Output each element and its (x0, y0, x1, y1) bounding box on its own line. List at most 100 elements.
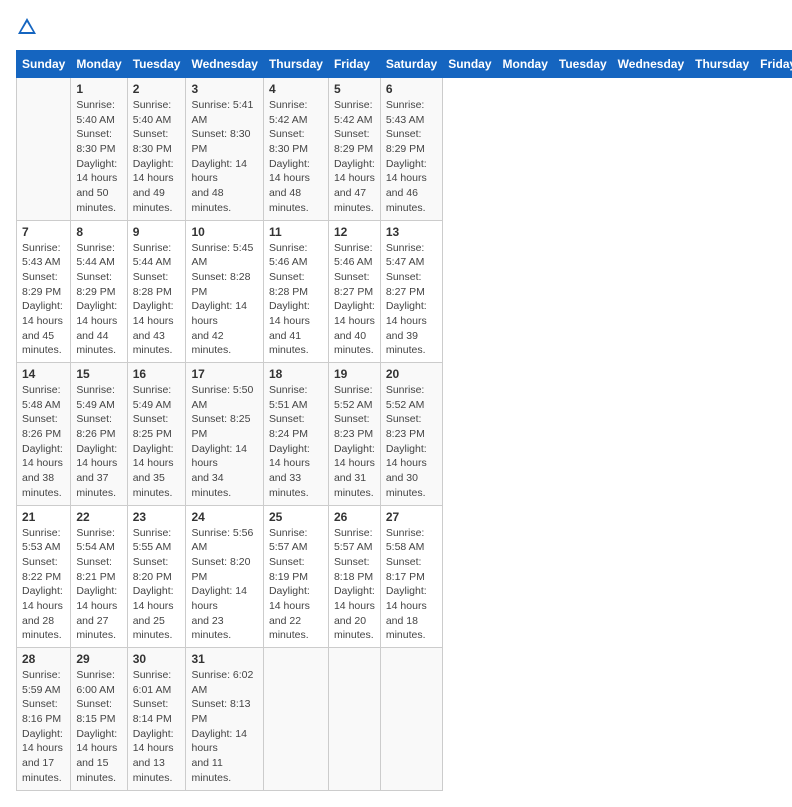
day-info: Sunrise: 5:56 AMSunset: 8:20 PMDaylight:… (191, 526, 257, 644)
calendar-cell: 25Sunrise: 5:57 AMSunset: 8:19 PMDayligh… (263, 505, 328, 648)
day-number: 4 (269, 82, 323, 96)
day-of-week-header: Friday (755, 51, 792, 78)
day-number: 12 (334, 225, 375, 239)
day-number: 6 (386, 82, 437, 96)
day-info: Sunrise: 5:49 AMSunset: 8:25 PMDaylight:… (133, 383, 181, 501)
day-of-week-header: Tuesday (127, 51, 186, 78)
day-number: 17 (191, 367, 257, 381)
day-of-week-header: Sunday (443, 51, 497, 78)
calendar-cell (17, 78, 71, 221)
day-of-week-header: Monday (497, 51, 553, 78)
calendar-cell: 24 Sunrise: 5:56 AMSunset: 8:20 PMDayligh… (186, 505, 263, 648)
day-info: Sunrise: 5:52 AMSunset: 8:23 PMDaylight:… (334, 383, 375, 501)
day-of-week-header: Tuesday (553, 51, 612, 78)
day-info: Sunrise: 5:46 AMSunset: 8:28 PMDaylight:… (269, 241, 323, 359)
page-header (16, 16, 776, 38)
calendar-cell: 1 Sunrise: 5:40 AMSunset: 8:30 PMDaylight… (71, 78, 127, 221)
day-number: 23 (133, 510, 181, 524)
day-of-week-header: Wednesday (186, 51, 263, 78)
day-info: Sunrise: 5:42 AMSunset: 8:29 PMDaylight:… (334, 98, 375, 216)
day-info: Sunrise: 5:57 AMSunset: 8:18 PMDaylight:… (334, 526, 375, 644)
day-of-week-header: Wednesday (612, 51, 689, 78)
calendar-week-row: 14 Sunrise: 5:48 AMSunset: 8:26 PMDayligh… (17, 363, 792, 506)
calendar-week-row: 21Sunrise: 5:53 AMSunset: 8:22 PMDayligh… (17, 505, 792, 648)
day-info: Sunrise: 5:49 AMSunset: 8:26 PMDaylight:… (76, 383, 121, 501)
day-number: 26 (334, 510, 375, 524)
day-info: Sunrise: 5:51 AMSunset: 8:24 PMDaylight:… (269, 383, 323, 501)
calendar-cell: 23Sunrise: 5:55 AMSunset: 8:20 PMDayligh… (127, 505, 186, 648)
day-info: Sunrise: 6:02 AMSunset: 8:13 PMDaylight:… (191, 668, 257, 786)
day-info: Sunrise: 5:48 AMSunset: 8:26 PMDaylight:… (22, 383, 65, 501)
day-info: Sunrise: 5:41 AMSunset: 8:30 PMDaylight:… (191, 98, 257, 216)
day-number: 27 (386, 510, 437, 524)
day-number: 16 (133, 367, 181, 381)
calendar-cell: 20Sunrise: 5:52 AMSunset: 8:23 PMDayligh… (380, 363, 442, 506)
day-number: 22 (76, 510, 121, 524)
calendar-cell: 15 Sunrise: 5:49 AMSunset: 8:26 PMDayligh… (71, 363, 127, 506)
calendar-cell: 5 Sunrise: 5:42 AMSunset: 8:29 PMDaylight… (328, 78, 380, 221)
day-number: 20 (386, 367, 437, 381)
calendar-cell: 21Sunrise: 5:53 AMSunset: 8:22 PMDayligh… (17, 505, 71, 648)
calendar-cell: 13 Sunrise: 5:47 AMSunset: 8:27 PMDayligh… (380, 220, 442, 363)
day-number: 29 (76, 652, 121, 666)
calendar-header-row: SundayMondayTuesdayWednesdayThursdayFrid… (17, 51, 792, 78)
day-of-week-header: Sunday (17, 51, 71, 78)
day-number: 7 (22, 225, 65, 239)
day-number: 31 (191, 652, 257, 666)
calendar-cell: 17Sunrise: 5:50 AMSunset: 8:25 PMDayligh… (186, 363, 263, 506)
calendar-cell: 28 Sunrise: 5:59 AMSunset: 8:16 PMDayligh… (17, 648, 71, 791)
day-info: Sunrise: 5:59 AMSunset: 8:16 PMDaylight:… (22, 668, 65, 786)
day-number: 1 (76, 82, 121, 96)
day-number: 9 (133, 225, 181, 239)
day-of-week-header: Monday (71, 51, 127, 78)
day-info: Sunrise: 6:00 AMSunset: 8:15 PMDaylight:… (76, 668, 121, 786)
calendar-cell: 31 Sunrise: 6:02 AMSunset: 8:13 PMDayligh… (186, 648, 263, 791)
calendar-cell: 8Sunrise: 5:44 AMSunset: 8:29 PMDaylight… (71, 220, 127, 363)
calendar-cell: 2Sunrise: 5:40 AMSunset: 8:30 PMDaylight… (127, 78, 186, 221)
calendar-cell: 3 Sunrise: 5:41 AMSunset: 8:30 PMDaylight… (186, 78, 263, 221)
day-number: 3 (191, 82, 257, 96)
day-info: Sunrise: 5:40 AMSunset: 8:30 PMDaylight:… (76, 98, 121, 216)
calendar-cell: 14 Sunrise: 5:48 AMSunset: 8:26 PMDayligh… (17, 363, 71, 506)
calendar-cell: 9 Sunrise: 5:44 AMSunset: 8:28 PMDaylight… (127, 220, 186, 363)
calendar-cell (263, 648, 328, 791)
calendar-cell: 10Sunrise: 5:45 AMSunset: 8:28 PMDayligh… (186, 220, 263, 363)
logo (16, 16, 42, 38)
calendar-cell: 19 Sunrise: 5:52 AMSunset: 8:23 PMDayligh… (328, 363, 380, 506)
day-number: 19 (334, 367, 375, 381)
day-info: Sunrise: 5:57 AMSunset: 8:19 PMDaylight:… (269, 526, 323, 644)
calendar-cell: 6Sunrise: 5:43 AMSunset: 8:29 PMDaylight… (380, 78, 442, 221)
day-number: 5 (334, 82, 375, 96)
calendar-week-row: 1 Sunrise: 5:40 AMSunset: 8:30 PMDaylight… (17, 78, 792, 221)
day-info: Sunrise: 5:44 AMSunset: 8:28 PMDaylight:… (133, 241, 181, 359)
day-info: Sunrise: 5:47 AMSunset: 8:27 PMDaylight:… (386, 241, 437, 359)
calendar-cell (328, 648, 380, 791)
calendar-cell: 29 Sunrise: 6:00 AMSunset: 8:15 PMDayligh… (71, 648, 127, 791)
day-number: 24 (191, 510, 257, 524)
day-number: 2 (133, 82, 181, 96)
calendar-week-row: 28 Sunrise: 5:59 AMSunset: 8:16 PMDayligh… (17, 648, 792, 791)
day-info: Sunrise: 5:42 AMSunset: 8:30 PMDaylight:… (269, 98, 323, 216)
calendar-cell: 26 Sunrise: 5:57 AMSunset: 8:18 PMDayligh… (328, 505, 380, 648)
calendar-cell: 16 Sunrise: 5:49 AMSunset: 8:25 PMDayligh… (127, 363, 186, 506)
calendar-cell: 18Sunrise: 5:51 AMSunset: 8:24 PMDayligh… (263, 363, 328, 506)
day-of-week-header: Saturday (380, 51, 442, 78)
day-number: 8 (76, 225, 121, 239)
day-info: Sunrise: 6:01 AMSunset: 8:14 PMDaylight:… (133, 668, 181, 786)
day-info: Sunrise: 5:43 AMSunset: 8:29 PMDaylight:… (22, 241, 65, 359)
day-info: Sunrise: 5:45 AMSunset: 8:28 PMDaylight:… (191, 241, 257, 359)
day-number: 15 (76, 367, 121, 381)
day-number: 11 (269, 225, 323, 239)
calendar-table: SundayMondayTuesdayWednesdayThursdayFrid… (16, 50, 792, 791)
day-of-week-header: Thursday (263, 51, 328, 78)
day-number: 14 (22, 367, 65, 381)
day-number: 28 (22, 652, 65, 666)
calendar-cell: 22Sunrise: 5:54 AMSunset: 8:21 PMDayligh… (71, 505, 127, 648)
calendar-week-row: 7 Sunrise: 5:43 AMSunset: 8:29 PMDaylight… (17, 220, 792, 363)
day-number: 30 (133, 652, 181, 666)
day-info: Sunrise: 5:58 AMSunset: 8:17 PMDaylight:… (386, 526, 437, 644)
day-number: 13 (386, 225, 437, 239)
calendar-cell: 11 Sunrise: 5:46 AMSunset: 8:28 PMDayligh… (263, 220, 328, 363)
calendar-cell: 27 Sunrise: 5:58 AMSunset: 8:17 PMDayligh… (380, 505, 442, 648)
day-of-week-header: Thursday (690, 51, 755, 78)
